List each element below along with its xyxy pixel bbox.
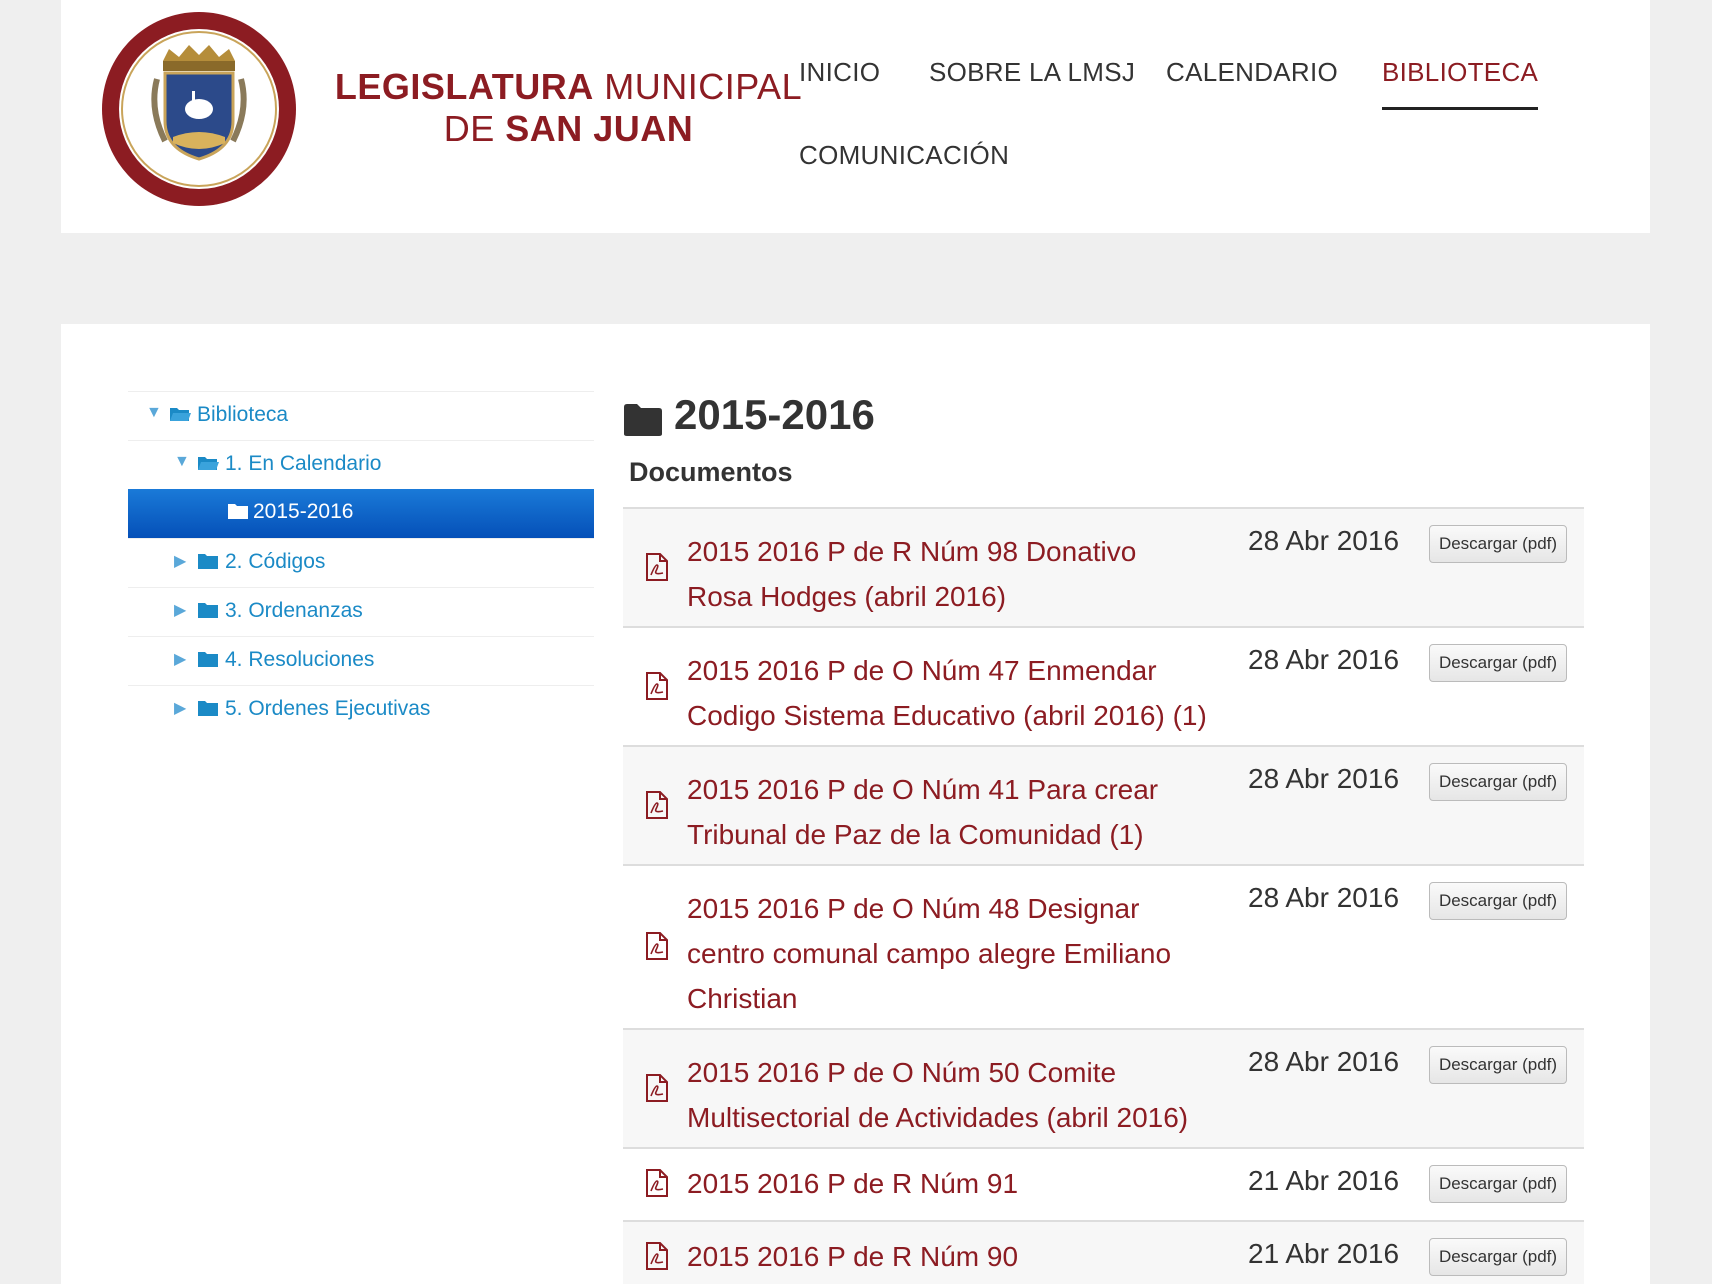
document-link[interactable]: 2015 2016 P de R Núm 98 Donativo Rosa Ho… [687, 529, 1207, 619]
collapsed-arrow-icon[interactable]: ▶ [174, 649, 186, 669]
brand-line1-bold: LEGISLATURA [334, 66, 594, 107]
folder-icon [198, 554, 218, 569]
brand-line1-light: MUNICIPAL [604, 66, 803, 107]
tree-item-label: 2015-2016 [253, 500, 354, 523]
folder-open-icon [170, 408, 191, 421]
tree-item-en-calendario[interactable]: ▼ 1. En Calendario [128, 440, 594, 489]
document-row: 2015 2016 P de O Núm 41 Para crear Tribu… [623, 747, 1584, 866]
pdf-file-icon [646, 791, 668, 819]
download-suffix: (pdf) [1522, 772, 1558, 791]
page-title-text: 2015-2016 [674, 391, 875, 438]
download-label: Descargar [1438, 653, 1518, 672]
collapsed-arrow-icon[interactable]: ▶ [174, 698, 186, 718]
document-date: 28 Abr 2016 [1248, 882, 1400, 913]
download-button[interactable]: Descargar (pdf) [1429, 763, 1567, 801]
download-button[interactable]: Descargar (pdf) [1429, 644, 1567, 682]
nav-calendario[interactable]: CALENDARIO [1166, 57, 1338, 88]
pdf-file-icon [646, 553, 668, 581]
document-row: 2015 2016 P de R Núm 98 Donativo Rosa Ho… [623, 509, 1584, 628]
document-row: 2015 2016 P de R Núm 90 21 Abr 2016 Desc… [623, 1222, 1584, 1284]
tree-item-resoluciones[interactable]: ▶ 4. Resoluciones [128, 636, 594, 685]
download-label: Descargar [1438, 1055, 1518, 1074]
document-date: 21 Abr 2016 [1248, 1238, 1400, 1269]
document-date: 28 Abr 2016 [1248, 763, 1400, 794]
download-suffix: (pdf) [1522, 653, 1558, 672]
document-row: 2015 2016 P de O Núm 50 Comite Multisect… [623, 1030, 1584, 1149]
folder-open-icon [198, 457, 219, 470]
tree-item-label: 2. Códigos [225, 550, 326, 573]
tree-item-2015-2016[interactable]: 2015-2016 [128, 489, 594, 538]
pdf-file-icon [646, 1242, 668, 1270]
download-label: Descargar [1438, 534, 1518, 553]
download-label: Descargar [1438, 1247, 1518, 1266]
expanded-arrow-icon[interactable]: ▼ [146, 404, 162, 422]
nav-inicio[interactable]: INICIO [799, 57, 880, 88]
download-suffix: (pdf) [1522, 1174, 1558, 1193]
pdf-file-icon [646, 1169, 668, 1197]
download-button[interactable]: Descargar (pdf) [1429, 525, 1567, 563]
nav-biblioteca[interactable]: BIBLIOTECA [1382, 57, 1539, 110]
document-link[interactable]: 2015 2016 P de O Núm 41 Para crear Tribu… [687, 767, 1207, 857]
download-button[interactable]: Descargar (pdf) [1429, 882, 1567, 920]
pdf-file-icon [646, 1074, 668, 1102]
content-area: ▼ Biblioteca ▼ 1. En Calendario 2015-201… [61, 324, 1650, 1284]
document-row: 2015 2016 P de R Núm 91 21 Abr 2016 Desc… [623, 1149, 1584, 1222]
document-date: 28 Abr 2016 [1248, 525, 1400, 556]
download-label: Descargar [1438, 1174, 1518, 1193]
municipal-seal-logo[interactable] [99, 9, 299, 209]
site-header: LEGISLATURA MUNICIPAL DE SAN JUAN INICIO… [61, 0, 1650, 233]
collapsed-arrow-icon[interactable]: ▶ [174, 551, 186, 571]
pdf-file-icon [646, 932, 668, 960]
folder-icon [198, 652, 218, 667]
download-label: Descargar [1438, 891, 1518, 910]
documents-list: 2015 2016 P de R Núm 98 Donativo Rosa Ho… [623, 507, 1584, 1284]
tree-item-ordenanzas[interactable]: ▶ 3. Ordenanzas [128, 587, 594, 636]
folder-icon [198, 603, 218, 618]
download-suffix: (pdf) [1522, 1247, 1558, 1266]
library-tree: ▼ Biblioteca ▼ 1. En Calendario 2015-201… [128, 391, 594, 734]
document-link[interactable]: 2015 2016 P de O Núm 50 Comite Multisect… [687, 1050, 1207, 1140]
folder-icon [624, 404, 662, 436]
site-title[interactable]: LEGISLATURA MUNICIPAL DE SAN JUAN [306, 66, 831, 150]
brand-line2-light: DE [443, 108, 495, 149]
tree-item-biblioteca[interactable]: ▼ Biblioteca [128, 391, 594, 440]
download-suffix: (pdf) [1522, 891, 1558, 910]
download-button[interactable]: Descargar (pdf) [1429, 1046, 1567, 1084]
document-link[interactable]: 2015 2016 P de O Núm 47 Enmendar Codigo … [687, 648, 1207, 738]
document-row: 2015 2016 P de O Núm 47 Enmendar Codigo … [623, 628, 1584, 747]
nav-comunicacion[interactable]: COMUNICACIÓN [799, 140, 1009, 171]
download-suffix: (pdf) [1522, 1055, 1558, 1074]
document-link[interactable]: 2015 2016 P de R Núm 91 [687, 1161, 1207, 1206]
tree-item-codigos[interactable]: ▶ 2. Códigos [128, 538, 594, 587]
documents-heading: Documentos [629, 457, 793, 487]
document-date: 28 Abr 2016 [1248, 1046, 1400, 1077]
document-date: 21 Abr 2016 [1248, 1165, 1400, 1196]
document-row: 2015 2016 P de O Núm 48 Designar centro … [623, 866, 1584, 1030]
tree-item-label: 5. Ordenes Ejecutivas [225, 697, 431, 720]
download-button[interactable]: Descargar (pdf) [1429, 1165, 1567, 1203]
download-button[interactable]: Descargar (pdf) [1429, 1238, 1567, 1276]
tree-item-ordenes-ejecutivas[interactable]: ▶ 5. Ordenes Ejecutivas [128, 685, 594, 734]
folder-icon [228, 504, 248, 519]
tree-item-label: 4. Resoluciones [225, 648, 375, 671]
expanded-arrow-icon[interactable]: ▼ [174, 453, 190, 471]
document-link[interactable]: 2015 2016 P de O Núm 48 Designar centro … [687, 886, 1207, 1021]
collapsed-arrow-icon[interactable]: ▶ [174, 600, 186, 620]
document-link[interactable]: 2015 2016 P de R Núm 90 [687, 1234, 1207, 1279]
tree-item-label: 3. Ordenanzas [225, 599, 363, 622]
document-date: 28 Abr 2016 [1248, 644, 1400, 675]
download-suffix: (pdf) [1522, 534, 1558, 553]
download-label: Descargar [1438, 772, 1518, 791]
tree-item-label: 1. En Calendario [225, 452, 382, 475]
tree-item-label: Biblioteca [197, 403, 289, 426]
nav-sobre-la-lmsj[interactable]: SOBRE LA LMSJ [929, 57, 1135, 88]
pdf-file-icon [646, 672, 668, 700]
folder-icon [198, 701, 218, 716]
brand-line2-bold: SAN JUAN [505, 108, 694, 149]
